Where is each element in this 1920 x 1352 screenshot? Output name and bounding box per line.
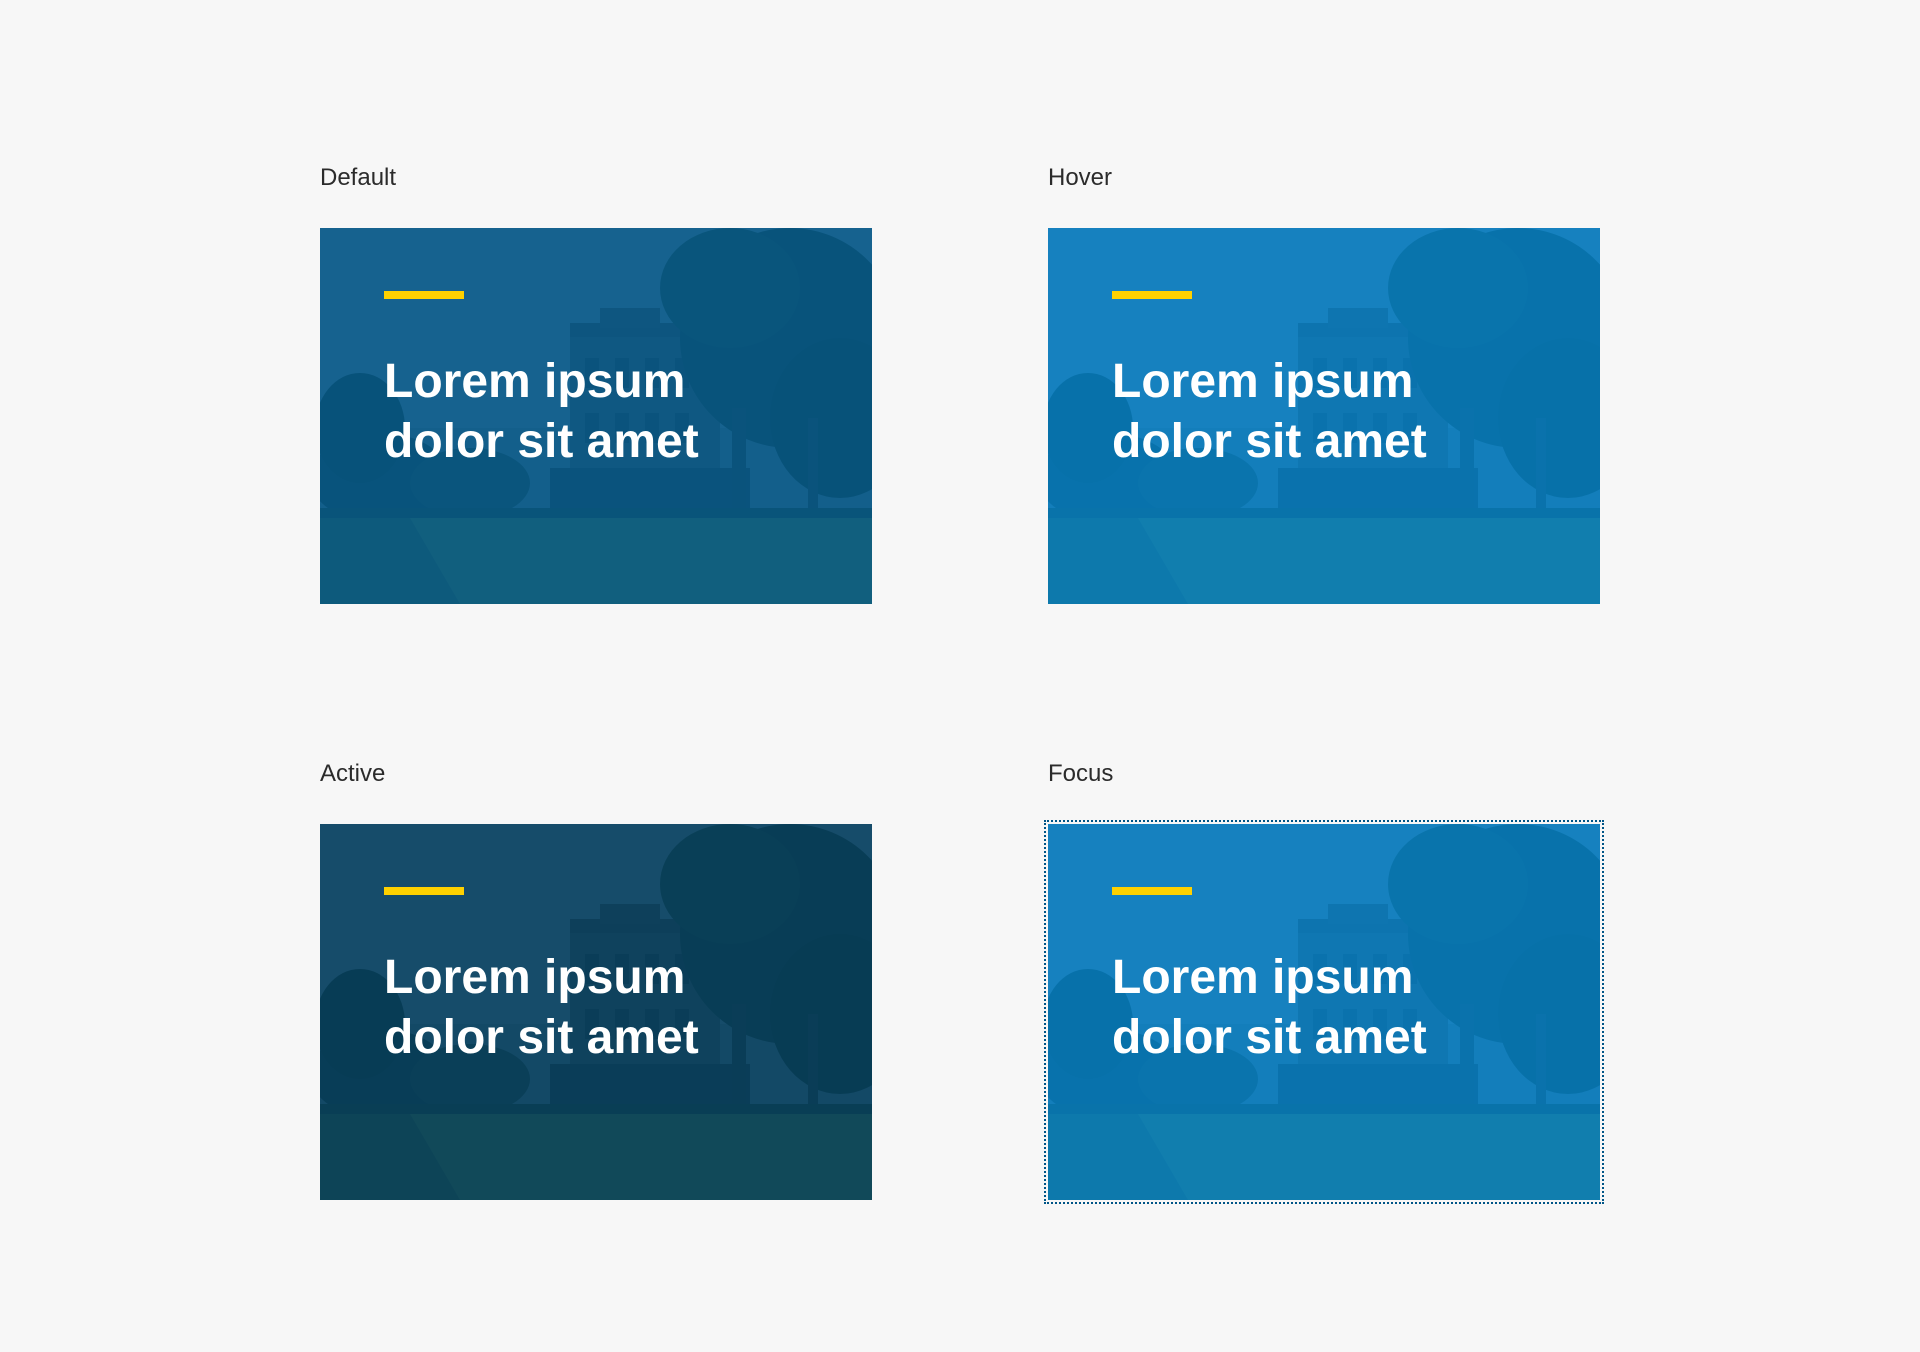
promo-card-active[interactable]: Lorem ipsum dolor sit amet xyxy=(320,824,872,1200)
state-label-active: Active xyxy=(320,760,386,787)
accent-bar xyxy=(1112,291,1192,299)
accent-bar xyxy=(384,887,464,895)
accent-bar xyxy=(1112,887,1192,895)
state-label-default: Default xyxy=(320,164,397,191)
promo-card-default[interactable]: Lorem ipsum dolor sit amet xyxy=(320,228,872,604)
state-label-focus: Focus xyxy=(1048,760,1114,787)
state-label-hover: Hover xyxy=(1048,164,1113,191)
card-title: Lorem ipsum dolor sit amet xyxy=(1112,355,1427,468)
card-title: Lorem ipsum dolor sit amet xyxy=(1112,951,1427,1064)
card-title: Lorem ipsum dolor sit amet xyxy=(384,355,699,468)
card-title: Lorem ipsum dolor sit amet xyxy=(384,951,699,1064)
promo-card-hover[interactable]: Lorem ipsum dolor sit amet xyxy=(1048,228,1600,604)
accent-bar xyxy=(384,291,464,299)
promo-card-focus[interactable]: Lorem ipsum dolor sit amet xyxy=(1048,824,1600,1200)
